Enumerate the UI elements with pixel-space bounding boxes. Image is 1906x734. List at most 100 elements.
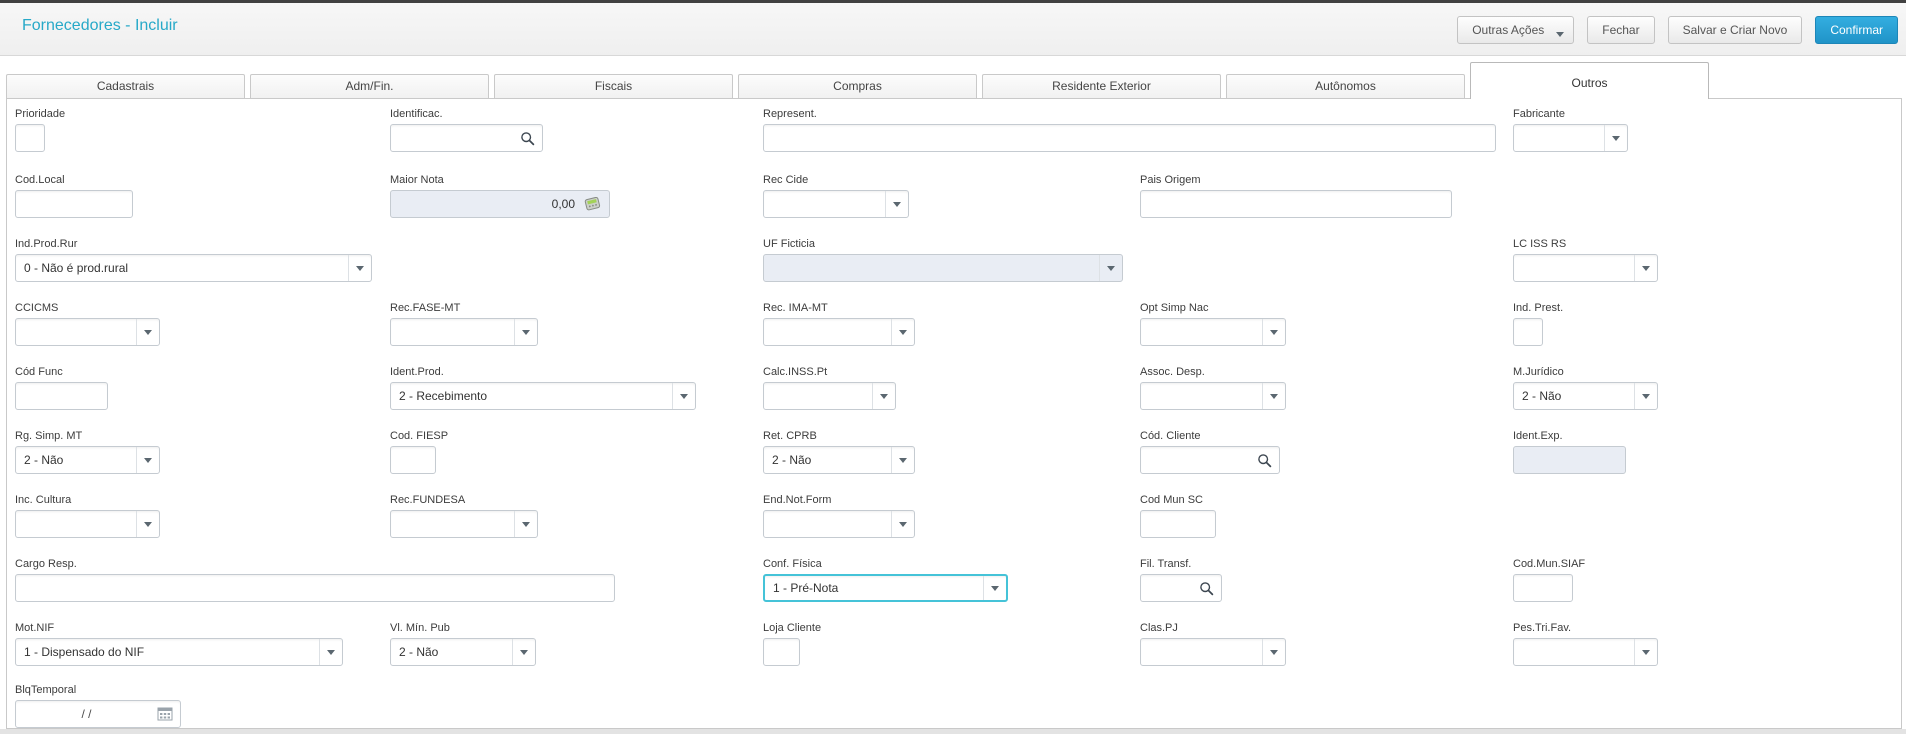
calc-inss-pt-select[interactable] xyxy=(763,382,896,410)
tab-fiscais[interactable]: Fiscais xyxy=(494,74,733,99)
cod-local-input[interactable] xyxy=(15,190,133,218)
search-icon[interactable] xyxy=(1199,581,1214,596)
search-icon[interactable] xyxy=(520,131,535,146)
ind-prest-input[interactable] xyxy=(1513,318,1543,346)
field-maior-nota: Maior Nota 0,00 xyxy=(390,174,610,218)
cod-mun-sc-input[interactable] xyxy=(1140,510,1216,538)
blq-temporal-input[interactable]: / / xyxy=(15,700,181,728)
opt-simp-nac-select[interactable] xyxy=(1140,318,1286,346)
assoc-desp-label: Assoc. Desp. xyxy=(1140,366,1205,378)
tab-compras[interactable]: Compras xyxy=(738,74,977,99)
cod-cliente-input[interactable] xyxy=(1140,446,1280,474)
ind-prest-label: Ind. Prest. xyxy=(1513,302,1564,314)
field-clas-pj: Clas.PJ xyxy=(1140,622,1286,666)
search-icon[interactable] xyxy=(1257,453,1272,468)
tab-adm-fin-[interactable]: Adm/Fin. xyxy=(250,74,489,99)
dropdown-arrow-box xyxy=(1262,639,1285,665)
loja-cliente-input[interactable] xyxy=(763,638,800,666)
field-opt-simp-nac: Opt Simp Nac xyxy=(1140,302,1286,346)
maior-nota-value: 0,00 xyxy=(551,197,575,211)
tab-residente-exterior[interactable]: Residente Exterior xyxy=(982,74,1221,99)
identificac-label: Identificac. xyxy=(390,108,443,120)
field-conf-fisica: Conf. Física 1 - Pré-Nota xyxy=(763,558,1008,602)
ret-cprb-label: Ret. CPRB xyxy=(763,430,817,442)
rec-ima-mt-select[interactable] xyxy=(763,318,915,346)
cod-local-label: Cod.Local xyxy=(15,174,65,186)
field-rg-simp-mt: Rg. Simp. MT 2 - Não xyxy=(15,430,160,474)
chevron-down-icon xyxy=(899,521,907,527)
chevron-down-icon xyxy=(1642,265,1650,271)
identificac-input[interactable] xyxy=(390,124,543,152)
tab-label: Adm/Fin. xyxy=(345,79,394,93)
prioridade-label: Prioridade xyxy=(15,108,66,120)
dropdown-arrow-box xyxy=(136,447,159,473)
rg-simp-mt-select[interactable]: 2 - Não xyxy=(15,446,160,474)
outras-acoes-button[interactable]: Outras Ações xyxy=(1457,16,1575,44)
cargo-resp-label: Cargo Resp. xyxy=(15,558,77,570)
fabricante-select[interactable] xyxy=(1513,124,1628,152)
tab-autônomos[interactable]: Autônomos xyxy=(1226,74,1465,99)
ind-prod-rur-select[interactable]: 0 - Não é prod.rural xyxy=(15,254,372,282)
tab-cadastrais[interactable]: Cadastrais xyxy=(6,74,245,99)
calendar-icon[interactable] xyxy=(157,707,173,721)
ret-cprb-select[interactable]: 2 - Não xyxy=(763,446,915,474)
cargo-resp-input[interactable] xyxy=(15,574,615,602)
field-mot-nif: Mot.NIF 1 - Dispensado do NIF xyxy=(15,622,343,666)
mot-nif-select[interactable]: 1 - Dispensado do NIF xyxy=(15,638,343,666)
vl-min-pub-select[interactable]: 2 - Não xyxy=(390,638,536,666)
mot-nif-value: 1 - Dispensado do NIF xyxy=(24,645,145,659)
uf-ficticia-label: UF Ficticia xyxy=(763,238,815,250)
field-ccicms: CCICMS xyxy=(15,302,160,346)
chevron-down-icon xyxy=(1642,649,1650,655)
rec-fase-mt-select[interactable] xyxy=(390,318,538,346)
uf-ficticia-select xyxy=(763,254,1123,282)
fil-transf-input[interactable] xyxy=(1140,574,1222,602)
assoc-desp-select[interactable] xyxy=(1140,382,1286,410)
end-not-form-select[interactable] xyxy=(763,510,915,538)
inc-cultura-select[interactable] xyxy=(15,510,160,538)
dropdown-arrow-box xyxy=(983,576,1006,600)
conf-fisica-select[interactable]: 1 - Pré-Nota xyxy=(763,574,1008,602)
lc-iss-rs-select[interactable] xyxy=(1513,254,1658,282)
field-prioridade: Prioridade xyxy=(15,108,65,152)
ident-prod-value: 2 - Recebimento xyxy=(399,389,488,403)
field-cod-func: Cód Func xyxy=(15,366,108,410)
fechar-label: Fechar xyxy=(1602,23,1640,37)
chevron-down-icon xyxy=(1642,393,1650,399)
dropdown-arrow-box xyxy=(1262,319,1285,345)
chevron-down-icon xyxy=(899,457,907,463)
rec-cide-select[interactable] xyxy=(763,190,909,218)
field-m-juridico: M.Jurídico 2 - Não xyxy=(1513,366,1658,410)
ret-cprb-value: 2 - Não xyxy=(772,453,812,467)
header-buttons: Outras Ações Fechar Salvar e Criar Novo … xyxy=(1457,16,1898,44)
conf-fisica-label: Conf. Física xyxy=(763,558,822,570)
prioridade-input[interactable] xyxy=(15,124,45,152)
dropdown-arrow-box xyxy=(512,639,535,665)
field-end-not-form: End.Not.Form xyxy=(763,494,915,538)
pais-origem-input[interactable] xyxy=(1140,190,1452,218)
ident-prod-select[interactable]: 2 - Recebimento xyxy=(390,382,696,410)
represent-label: Represent. xyxy=(763,108,817,120)
fechar-button[interactable]: Fechar xyxy=(1587,16,1655,44)
pes-tri-fav-select[interactable] xyxy=(1513,638,1658,666)
dropdown-arrow-box xyxy=(891,447,914,473)
field-loja-cliente: Loja Cliente xyxy=(763,622,821,666)
salvar-e-criar-novo-button[interactable]: Salvar e Criar Novo xyxy=(1667,16,1803,44)
field-lc-iss-rs: LC ISS RS xyxy=(1513,238,1658,282)
ident-exp-input xyxy=(1513,446,1626,474)
chevron-down-icon xyxy=(1270,649,1278,655)
ind-prod-rur-value: 0 - Não é prod.rural xyxy=(24,261,129,275)
cod-mun-siaf-input[interactable] xyxy=(1513,574,1573,602)
m-juridico-select[interactable]: 2 - Não xyxy=(1513,382,1658,410)
ccicms-select[interactable] xyxy=(15,318,160,346)
represent-input[interactable] xyxy=(763,124,1496,152)
tab-outros[interactable]: Outros xyxy=(1470,62,1709,99)
cod-func-input[interactable] xyxy=(15,382,108,410)
confirmar-button[interactable]: Confirmar xyxy=(1815,16,1898,44)
cod-fiesp-input[interactable] xyxy=(390,446,436,474)
clas-pj-select[interactable] xyxy=(1140,638,1286,666)
loja-cliente-label: Loja Cliente xyxy=(763,622,822,634)
chevron-down-icon xyxy=(522,329,530,335)
rec-fundesa-select[interactable] xyxy=(390,510,538,538)
calc-inss-pt-label: Calc.INSS.Pt xyxy=(763,366,828,378)
